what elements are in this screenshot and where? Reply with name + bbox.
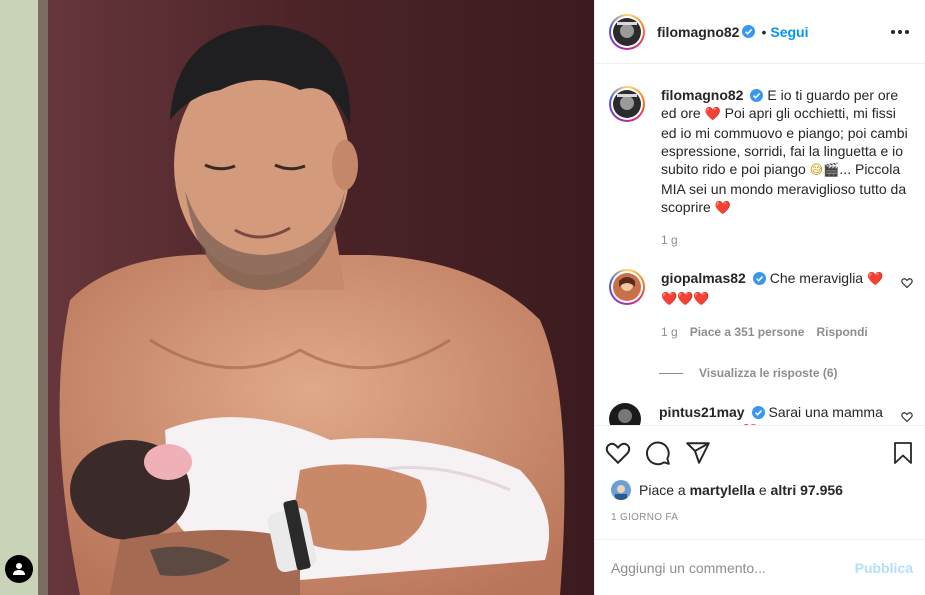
view-replies-label: Visualizza le risposte (6) <box>699 366 838 380</box>
likes-summary[interactable]: Piace a martylella e altri 97.956 <box>605 480 915 500</box>
verified-badge-icon <box>752 272 766 285</box>
likes-user[interactable]: martylella <box>690 482 755 498</box>
bookmark-icon[interactable] <box>891 440 915 466</box>
photo-illustration <box>0 0 594 595</box>
publish-button[interactable]: Pubblica <box>855 560 913 576</box>
caption-emoji-3: ❤️ <box>714 201 731 216</box>
separator-dot: • <box>761 23 767 40</box>
comment-like-heart-icon[interactable] <box>901 411 913 423</box>
verified-badge-icon <box>742 25 756 38</box>
author-avatar-image <box>613 17 641 46</box>
comments-list: filomagno82 E io ti guardo per ore ed or… <box>595 64 925 425</box>
caption-emoji-2: 😅🎬 <box>809 163 840 178</box>
reply-button[interactable]: Rispondi <box>816 323 867 341</box>
caption-time[interactable]: 1 g <box>661 231 678 249</box>
post-date[interactable]: 1 giorno fa <box>605 512 915 523</box>
liker-avatar <box>611 480 631 500</box>
user-tags-button[interactable] <box>5 555 33 583</box>
commenter-avatar-image <box>613 273 641 301</box>
follow-button[interactable]: Segui <box>770 24 808 40</box>
comment-item: giopalmas82 Che meraviglia ❤️❤️❤️❤️ 1 g … <box>609 269 913 341</box>
verified-badge-icon <box>751 406 765 419</box>
commenter-username[interactable]: giopalmas82 <box>661 270 746 286</box>
commenter-username[interactable]: pintus21may <box>659 404 745 420</box>
comment-text: Che meraviglia <box>769 270 864 286</box>
more-options-icon[interactable] <box>887 24 913 40</box>
caption-avatar-image <box>613 90 641 118</box>
view-replies-button[interactable]: Visualizza le risposte (6) <box>659 366 913 380</box>
caption: filomagno82 E io ti guardo per ore ed or… <box>609 86 913 249</box>
post-header: filomagno82 • Segui <box>595 0 925 64</box>
comment-icon[interactable] <box>645 440 671 466</box>
author-avatar[interactable] <box>609 13 645 50</box>
caption-emoji-1: ❤️ <box>704 107 721 122</box>
share-icon[interactable] <box>685 440 711 466</box>
caption-username[interactable]: filomagno82 <box>661 87 743 103</box>
comment-item: pintus21may Sarai una mamma meravigliosa… <box>609 403 913 425</box>
heart-icon[interactable] <box>605 440 631 466</box>
post-photo[interactable] <box>0 0 594 595</box>
likes-connector: e <box>758 482 767 498</box>
comment-like-heart-icon[interactable] <box>901 277 913 289</box>
caption-avatar[interactable] <box>609 86 645 122</box>
likes-prefix: Piace a <box>639 482 686 498</box>
post-actions: Piace a martylella e altri 97.956 1 gior… <box>595 425 925 523</box>
instagram-post: filomagno82 • Segui filomagno82 E io ti … <box>0 0 925 595</box>
verified-badge-icon <box>750 89 764 102</box>
likes-others[interactable]: altri 97.956 <box>771 482 843 498</box>
action-icons <box>605 436 915 470</box>
commenter-avatar[interactable] <box>609 403 641 425</box>
replies-divider <box>659 372 683 374</box>
comment-input[interactable] <box>611 559 855 576</box>
user-tag-icon <box>13 563 25 575</box>
comment-time[interactable]: 1 g <box>661 323 678 341</box>
author-username[interactable]: filomagno82 <box>657 24 739 40</box>
comment-likes[interactable]: Piace a 351 persone <box>690 323 805 341</box>
add-comment-bar: Pubblica <box>595 539 925 595</box>
commenter-avatar[interactable] <box>609 269 645 305</box>
post-side-panel: filomagno82 • Segui filomagno82 E io ti … <box>594 0 925 595</box>
